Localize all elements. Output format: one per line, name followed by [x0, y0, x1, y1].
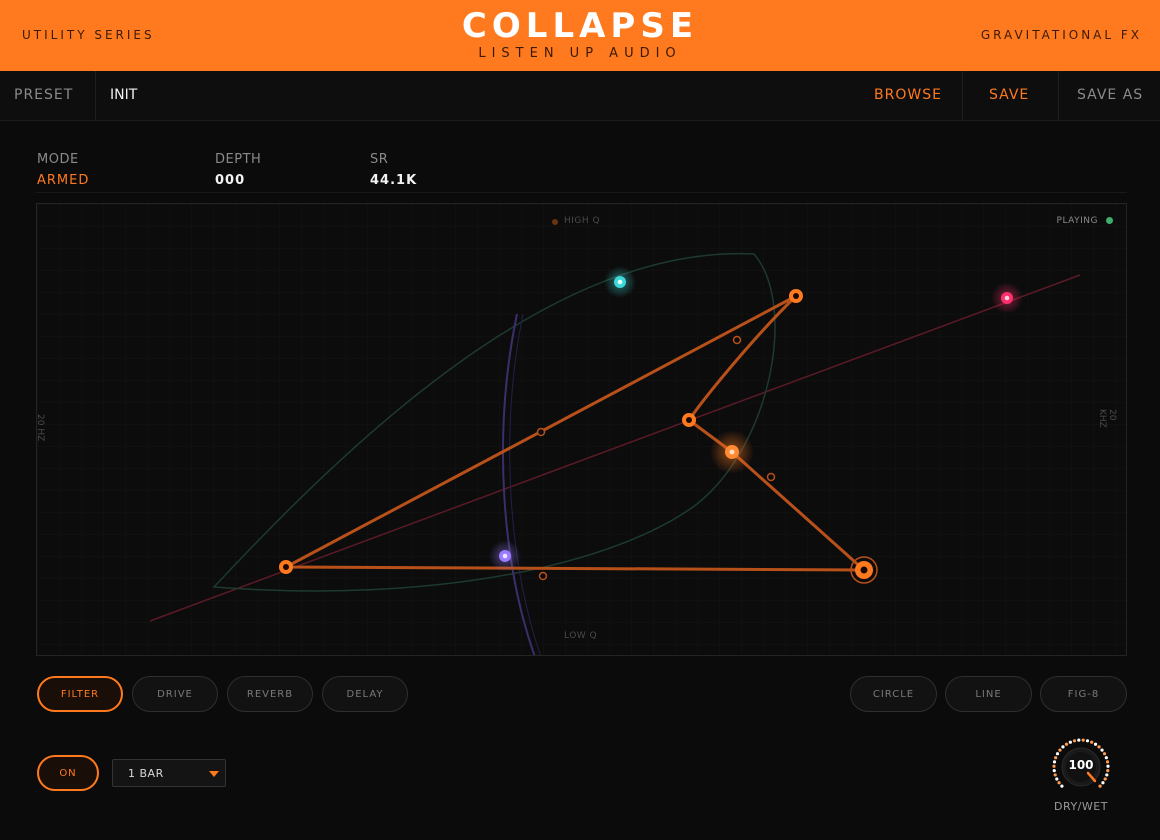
knob-tick — [1060, 784, 1064, 788]
tab-reverb[interactable]: REVERB — [227, 676, 313, 712]
chevron-down-icon — [209, 771, 219, 777]
shape-circle[interactable]: CIRCLE — [850, 676, 937, 712]
power-toggle[interactable]: ON — [37, 755, 99, 791]
node-handle-center — [283, 564, 289, 570]
title-bar: UTILITY SERIES COLLAPSE LISTEN UP AUDIO … — [0, 0, 1160, 71]
rate-value: 1 BAR — [128, 767, 164, 780]
orange-playhead-core — [729, 449, 735, 455]
dry-wet-label: DRY/WET — [1054, 800, 1108, 813]
knob-tick — [1081, 738, 1085, 742]
knob-tick — [1072, 739, 1077, 743]
sr-param: SR 44.1K — [370, 152, 417, 188]
low-q-label: LOW Q — [564, 631, 598, 641]
rate-select[interactable]: 1 BAR — [112, 759, 226, 787]
depth-value: 000 — [215, 173, 246, 188]
divider — [36, 192, 1127, 193]
knob-value: 100 — [1068, 758, 1094, 772]
midpoint-handle[interactable] — [766, 472, 776, 482]
sr-label: SR — [370, 152, 389, 167]
node-handle-center — [793, 293, 799, 299]
mode-label: MODE — [37, 152, 79, 167]
vendor-label: LISTEN UP AUDIO — [478, 46, 682, 61]
high-q-label: HIGH Q — [564, 216, 601, 226]
save-as-button[interactable]: SAVE AS — [1077, 87, 1143, 103]
playing-status: PLAYING — [1056, 216, 1098, 226]
knob-tick — [1102, 752, 1107, 756]
midpoint-handle[interactable] — [732, 335, 742, 345]
knob-tick — [1100, 748, 1104, 752]
knob-tick — [1058, 748, 1062, 752]
knob-tick — [1061, 745, 1065, 749]
high-q-dot — [552, 219, 558, 225]
knob-tick — [1103, 777, 1107, 781]
shape-fig-8[interactable]: FIG-8 — [1040, 676, 1127, 712]
sr-value: 44.1K — [370, 173, 418, 188]
node-handle-center — [860, 566, 868, 574]
high-freq-label: 20 KHZ — [1097, 409, 1117, 428]
knob-tick — [1105, 773, 1109, 777]
midpoint-handle[interactable] — [536, 427, 546, 437]
mode-value: ARMED — [37, 173, 90, 188]
save-button[interactable]: SAVE — [989, 87, 1029, 103]
tab-filter[interactable]: FILTER — [37, 676, 123, 712]
divider — [962, 71, 963, 121]
depth-param: DEPTH 000 — [215, 152, 261, 188]
divider — [95, 71, 96, 121]
preset-bar: PRESET INIT BROWSE SAVE SAVE AS — [0, 71, 1160, 121]
pink-orb-core — [1004, 295, 1010, 301]
grid — [37, 204, 1126, 655]
knob-tick — [1097, 745, 1101, 749]
preset-label: PRESET — [14, 87, 74, 103]
preset-name[interactable]: INIT — [110, 87, 137, 103]
knob-tick — [1053, 773, 1057, 777]
midpoint-handle[interactable] — [538, 571, 548, 581]
node-handle-center — [686, 417, 692, 423]
browse-button[interactable]: BROWSE — [874, 87, 942, 103]
low-freq-label: 20 HZ — [36, 414, 45, 442]
dry-wet-knob[interactable]: 100 — [1050, 736, 1112, 798]
knob-tick — [1101, 781, 1105, 785]
mode-param: MODE ARMED — [37, 152, 89, 188]
violet-orb-core — [502, 553, 508, 559]
knob-tick — [1055, 777, 1059, 781]
knob-tick — [1077, 738, 1081, 742]
shape-line[interactable]: LINE — [945, 676, 1032, 712]
knob-tick — [1085, 739, 1090, 743]
orbit-canvas[interactable]: HIGH Q LOW Q 20 HZ 20 KHZ PLAYING — [36, 203, 1127, 656]
knob-tick — [1057, 781, 1061, 785]
depth-label: DEPTH — [215, 152, 262, 167]
knob-tick — [1093, 742, 1098, 746]
knob-tick — [1098, 784, 1102, 788]
tab-drive[interactable]: DRIVE — [132, 676, 218, 712]
knob-tick — [1090, 740, 1094, 744]
knob-tick — [1064, 742, 1069, 746]
cyan-orb-core — [617, 279, 623, 285]
divider — [1058, 71, 1059, 121]
knob-tick — [1055, 752, 1060, 756]
category-label: GRAVITATIONAL FX — [980, 28, 1142, 42]
knob-tick — [1068, 740, 1072, 744]
playing-indicator — [1106, 217, 1113, 224]
orbit-graph — [37, 204, 1126, 655]
tab-delay[interactable]: DELAY — [322, 676, 408, 712]
